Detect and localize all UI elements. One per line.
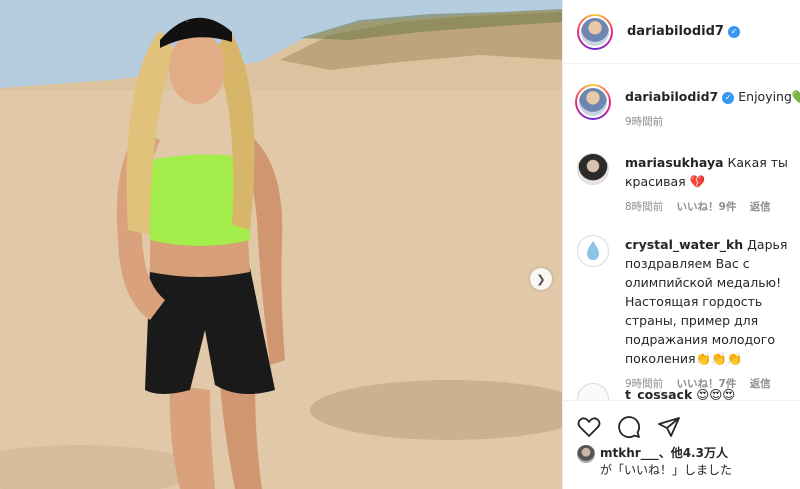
commenter-avatar[interactable] [577,153,609,185]
share-icon[interactable] [657,416,681,438]
next-photo-button[interactable]: ❯ [530,268,552,290]
comment-text: Дарья поздравляем Вас с олимпийской меда… [625,237,788,366]
post-photo: . ❯ [0,0,562,489]
heart-icon[interactable] [577,416,601,438]
owner-avatar[interactable] [577,13,613,50]
commenter-avatar[interactable] [577,383,609,400]
comment-icon[interactable] [617,415,641,439]
comment-likes[interactable]: いいね！9件 [677,201,737,213]
caption-time[interactable]: 9時間前 [625,116,663,128]
likes-count[interactable]: 、他4.3万人 [659,446,728,460]
svg-text:.: . [186,16,188,24]
comment-time[interactable]: 8時間前 [625,201,663,213]
caption-text: Enjoying💚 [738,89,800,104]
post-actions: mtkhr___、他4.3万人 が「いいね！」しました [563,400,800,489]
verified-icon: ✓ [722,91,735,104]
commenter-avatar[interactable] [577,235,609,267]
reply-button[interactable]: 返信 [750,201,771,213]
post-header: dariabilodid7 ✓ [563,0,800,64]
comments-list[interactable]: dariabilodid7 ✓ Enjoying💚 9時間前 mariasukhay… [563,65,800,400]
liker-username[interactable]: mtkhr___ [600,446,659,460]
chevron-right-icon: ❯ [536,272,546,286]
comment-username[interactable]: t_cossack [625,387,692,400]
comment-text: 😍😍😍 [696,387,736,400]
comment-username[interactable]: crystal_water_kh [625,237,743,252]
photo-illustration: . [0,0,562,489]
caption-avatar[interactable] [575,84,611,120]
caption-username[interactable]: dariabilodid7 [625,89,718,104]
liker-avatar[interactable] [577,445,595,463]
post-side-panel: dariabilodid7 ✓ dariabilodid7 ✓ Enjoying💚 … [562,0,800,489]
likes-summary: mtkhr___、他4.3万人 が「いいね！」しました [563,441,800,479]
likes-suffix: が「いいね！」しました [600,463,733,477]
water-drop-icon [586,241,600,260]
owner-username[interactable]: dariabilodid7 [627,24,724,39]
comment-username[interactable]: mariasukhaya [625,155,724,170]
verified-icon: ✓ [727,25,740,38]
